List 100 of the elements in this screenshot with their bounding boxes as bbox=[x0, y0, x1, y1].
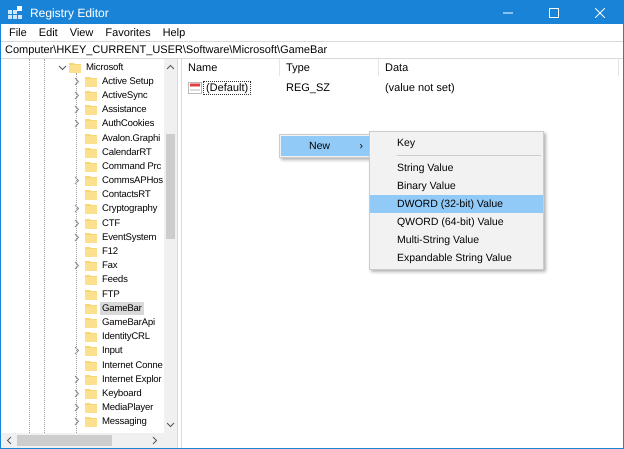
folder-icon bbox=[85, 288, 97, 300]
folder-icon bbox=[85, 316, 97, 328]
tree-item[interactable]: GameBarApi bbox=[100, 316, 157, 329]
expand-chevron-icon[interactable] bbox=[72, 105, 81, 114]
folder-icon bbox=[85, 246, 97, 258]
menu-item[interactable]: Favorites bbox=[99, 24, 157, 41]
tree-item[interactable]: ActiveSync bbox=[100, 88, 150, 102]
tree-item[interactable]: Keyboard bbox=[100, 386, 144, 400]
expand-chevron-icon[interactable] bbox=[72, 90, 81, 100]
expand-chevron-icon[interactable] bbox=[72, 417, 81, 426]
expand-chevron-icon[interactable] bbox=[72, 374, 81, 384]
folder-icon bbox=[85, 402, 97, 414]
folder-icon bbox=[85, 146, 97, 158]
scroll-right-icon[interactable] bbox=[150, 436, 159, 445]
expand-chevron-icon[interactable] bbox=[72, 218, 81, 228]
column-header[interactable]: Type bbox=[280, 59, 379, 76]
vertical-scrollbar[interactable] bbox=[164, 59, 177, 433]
menu-item[interactable]: New › bbox=[281, 136, 371, 156]
folder-icon bbox=[85, 345, 97, 356]
folder-icon bbox=[85, 90, 97, 101]
tree-item[interactable]: CTF bbox=[100, 216, 122, 230]
tree-item[interactable]: MediaPlayer bbox=[100, 401, 156, 414]
tree-item[interactable]: Cryptography bbox=[100, 202, 160, 216]
expand-chevron-icon[interactable] bbox=[72, 204, 81, 214]
maximize-icon bbox=[549, 8, 559, 18]
expand-chevron-icon[interactable] bbox=[72, 176, 81, 186]
folder-icon bbox=[85, 374, 97, 385]
tree-item[interactable]: Microsoft bbox=[84, 60, 126, 74]
tree-item[interactable]: FTP bbox=[100, 288, 122, 301]
tree-item[interactable]: Avalon.Graphi bbox=[100, 132, 162, 145]
menu-item[interactable]: DWORD (32-bit) Value bbox=[370, 195, 543, 213]
table-cell-text: REG_SZ bbox=[285, 82, 332, 94]
tree-item[interactable]: Assistance bbox=[100, 103, 148, 116]
menu-item[interactable]: Expandable String Value bbox=[370, 249, 543, 267]
tree-item[interactable]: Active Setup bbox=[100, 74, 156, 88]
menu-item[interactable]: Key bbox=[370, 134, 543, 152]
expand-chevron-icon[interactable] bbox=[72, 388, 81, 398]
folder-icon bbox=[85, 232, 97, 243]
tree-item[interactable]: Feeds bbox=[100, 273, 130, 286]
scrollbar-thumb[interactable] bbox=[166, 134, 175, 239]
tree-item[interactable]: Command Prc bbox=[100, 160, 164, 173]
menu-item[interactable]: Multi-String Value bbox=[370, 231, 543, 249]
expand-chevron-icon[interactable] bbox=[72, 76, 81, 86]
expand-chevron-icon[interactable] bbox=[72, 346, 81, 356]
folder-icon bbox=[85, 302, 97, 314]
tree-item[interactable]: EventSystem bbox=[100, 230, 158, 244]
folder-icon bbox=[85, 203, 97, 214]
folder-icon bbox=[85, 104, 97, 116]
menu-item[interactable]: QWORD (64-bit) Value bbox=[370, 213, 543, 231]
tree-item[interactable]: CalendarRT bbox=[100, 146, 154, 159]
tree-item[interactable]: Fax bbox=[100, 259, 120, 272]
scroll-left-icon[interactable] bbox=[5, 436, 14, 445]
folder-icon bbox=[85, 331, 97, 342]
menu-item[interactable]: Edit bbox=[32, 24, 64, 41]
tree-item[interactable]: Input bbox=[100, 344, 124, 358]
tree-item[interactable]: Internet Conne bbox=[100, 358, 164, 372]
folder-icon bbox=[85, 274, 97, 286]
collapse-chevron-icon[interactable] bbox=[58, 62, 67, 72]
folder-icon bbox=[85, 160, 97, 172]
folder-icon bbox=[85, 132, 97, 144]
table-cell-text: (value not set) bbox=[384, 82, 455, 94]
folder-icon bbox=[85, 189, 97, 200]
folder-icon bbox=[85, 76, 97, 87]
horizontal-scrollbar[interactable] bbox=[1, 433, 177, 448]
expand-chevron-icon[interactable] bbox=[72, 119, 81, 128]
window-title: Registry Editor bbox=[30, 6, 110, 20]
scroll-down-icon[interactable] bbox=[166, 420, 175, 429]
column-header[interactable]: Name bbox=[182, 59, 280, 76]
folder-icon bbox=[85, 218, 97, 229]
folder-icon bbox=[85, 118, 97, 130]
close-icon bbox=[595, 8, 605, 18]
tree-item[interactable]: GameBar bbox=[100, 302, 144, 315]
scrollbar-thumb[interactable] bbox=[17, 435, 112, 446]
tree-item[interactable]: F12 bbox=[100, 245, 120, 258]
expand-chevron-icon[interactable] bbox=[72, 261, 81, 270]
registry-icon bbox=[8, 6, 22, 20]
menu-item[interactable]: Help bbox=[156, 24, 192, 41]
folder-icon bbox=[85, 260, 97, 272]
menu-item[interactable]: View bbox=[64, 24, 100, 41]
folder-icon bbox=[85, 388, 97, 399]
folder-icon bbox=[85, 416, 97, 428]
tree-item[interactable]: CommsAPHos bbox=[100, 174, 164, 188]
column-header[interactable]: Data bbox=[379, 59, 619, 76]
folder-icon bbox=[85, 175, 97, 186]
table-cell[interactable]: (Default) bbox=[204, 82, 250, 94]
expand-chevron-icon[interactable] bbox=[72, 232, 81, 242]
address-bar[interactable]: Computer\HKEY_CURRENT_USER\Software\Microsoft\GameBar bbox=[1, 41, 623, 59]
folder-icon bbox=[85, 360, 97, 371]
tree-item[interactable]: ContactsRT bbox=[100, 188, 152, 202]
tree-item[interactable]: IdentityCRL bbox=[100, 330, 152, 344]
expand-chevron-icon[interactable] bbox=[72, 403, 81, 412]
tree-item[interactable]: AuthCookies bbox=[100, 117, 156, 130]
folder-icon bbox=[69, 62, 81, 73]
scroll-up-icon[interactable] bbox=[166, 63, 175, 72]
tree-item[interactable]: Messaging bbox=[100, 415, 149, 428]
menu-item[interactable]: File bbox=[3, 24, 33, 41]
menu-item[interactable]: Binary Value bbox=[370, 177, 543, 195]
string-value-icon bbox=[188, 82, 202, 94]
menu-item[interactable]: String Value bbox=[370, 159, 543, 177]
tree-item[interactable]: Internet Explor bbox=[100, 372, 164, 386]
